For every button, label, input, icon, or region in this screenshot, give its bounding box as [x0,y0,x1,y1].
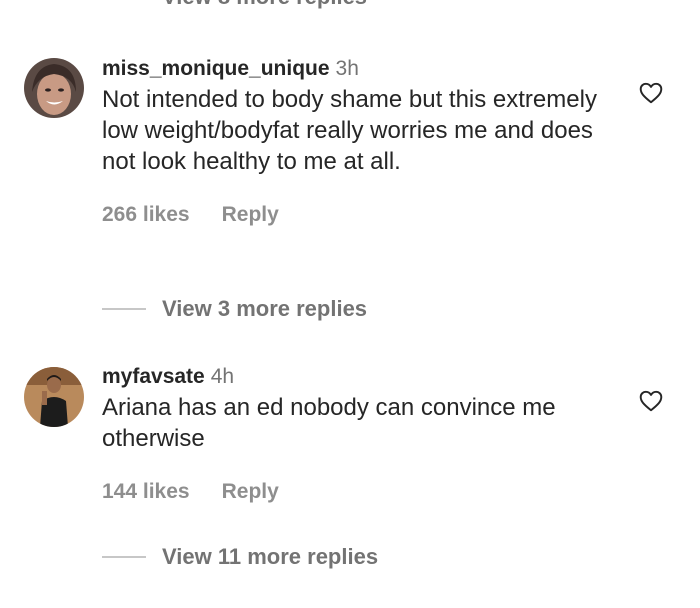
comment-actions: 144 likes Reply [102,480,622,504]
avatar[interactable] [24,58,84,118]
heart-icon[interactable] [638,80,664,106]
username[interactable]: miss_monique_unique [102,57,330,80]
replies-divider-line [102,308,146,310]
view-replies-label: View 8 more replies [162,0,367,10]
likes-count[interactable]: 266 likes [102,203,190,227]
heart-icon[interactable] [638,388,664,414]
comment-header: myfavsate 4h [102,364,622,390]
replies-divider-line [102,556,146,558]
profile-photo-woman-icon [24,58,84,118]
view-replies-label: View 3 more replies [162,296,368,321]
view-more-replies-top[interactable]: View 8 more replies [102,0,367,10]
profile-photo-man-icon [24,367,84,427]
comment-header: miss_monique_unique 3h [102,56,622,82]
timestamp: 3h [335,57,359,80]
comment-text: Not intended to body shame but this extr… [102,86,597,175]
timestamp: 4h [210,365,235,388]
avatar[interactable] [24,367,84,427]
username[interactable]: myfavsate [102,365,205,388]
view-more-replies[interactable]: View 11 more replies [102,544,378,570]
comment-actions: 266 likes Reply [102,203,622,227]
likes-count[interactable]: 144 likes [102,480,190,504]
view-replies-label: View 11 more replies [162,544,379,569]
reply-button[interactable]: Reply [222,480,279,504]
view-more-replies[interactable]: View 3 more replies [102,296,367,322]
comment-body: miss_monique_unique 3h Not intended to bo… [102,56,622,227]
comment-text: Ariana has an ed nobody can convince me … [102,394,556,452]
comment-body: myfavsate 4h Ariana has an ed nobody can … [102,364,622,504]
reply-button[interactable]: Reply [222,203,279,227]
